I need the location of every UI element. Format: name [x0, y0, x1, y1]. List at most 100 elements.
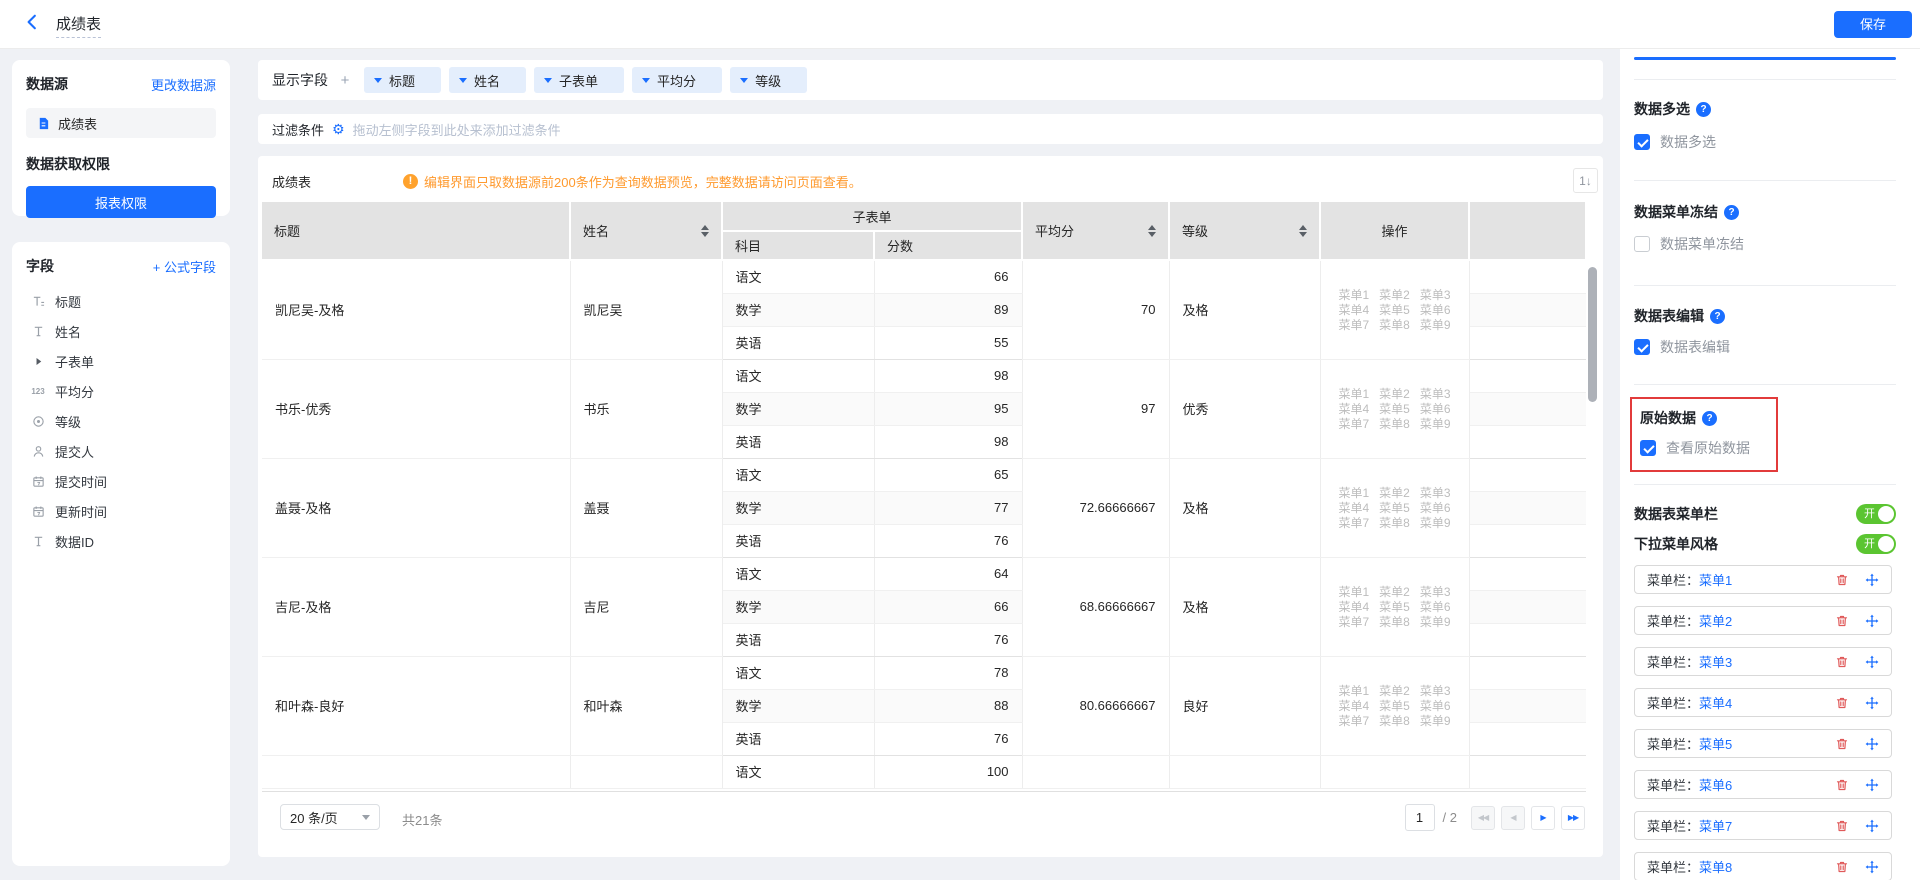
row-menu-link[interactable]: 菜单4 — [1338, 699, 1369, 713]
row-menu-link[interactable]: 菜单1 — [1338, 585, 1369, 599]
page-size-select[interactable]: 20 条/页 — [280, 804, 380, 830]
toggle-on-switch[interactable]: 开 — [1856, 534, 1896, 554]
row-menu-link[interactable]: 菜单1 — [1338, 288, 1369, 302]
trash-icon[interactable] — [1835, 614, 1849, 628]
gear-icon[interactable]: ⚙ — [332, 122, 345, 136]
prev-page-button[interactable]: ◀ — [1501, 806, 1525, 830]
row-menu-link[interactable]: 菜单7 — [1338, 714, 1369, 728]
back-icon[interactable] — [24, 14, 44, 34]
checkbox[interactable] — [1634, 134, 1650, 150]
add-formula-field-link[interactable]: + 公式字段 — [153, 257, 216, 276]
menu-bar-item[interactable]: 菜单栏：菜单5 — [1634, 729, 1892, 758]
menu-bar-item[interactable]: 菜单栏：菜单4 — [1634, 688, 1892, 717]
menu-bar-item[interactable]: 菜单栏：菜单6 — [1634, 770, 1892, 799]
sort-order-icon[interactable]: 1↓ — [1573, 168, 1598, 193]
row-menu-link[interactable]: 菜单3 — [1420, 486, 1451, 500]
datasource-item[interactable]: 成绩表 — [26, 108, 216, 138]
row-menu-link[interactable]: 菜单8 — [1379, 615, 1410, 629]
row-menu-link[interactable]: 菜单9 — [1420, 615, 1451, 629]
row-menu-link[interactable]: 菜单2 — [1379, 288, 1410, 302]
row-menu-link[interactable]: 菜单4 — [1338, 600, 1369, 614]
field-item[interactable]: 姓名 — [26, 316, 216, 346]
add-display-field-button[interactable]: + — [338, 72, 352, 89]
row-menu-link[interactable]: 菜单2 — [1379, 585, 1410, 599]
menu-bar-item[interactable]: 菜单栏：菜单3 — [1634, 647, 1892, 676]
row-menu-link[interactable]: 菜单7 — [1338, 318, 1369, 332]
checkbox[interactable] — [1640, 440, 1656, 456]
menu-item-link[interactable]: 菜单5 — [1699, 734, 1732, 753]
row-menu-link[interactable]: 菜单3 — [1420, 288, 1451, 302]
row-menu-link[interactable]: 菜单5 — [1379, 600, 1410, 614]
table-scrollbar[interactable] — [1588, 267, 1597, 402]
trash-icon[interactable] — [1835, 573, 1849, 587]
trash-icon[interactable] — [1835, 778, 1849, 792]
first-page-button[interactable]: ◀◀ — [1471, 806, 1495, 830]
next-page-button[interactable]: ▶ — [1531, 806, 1555, 830]
menu-item-link[interactable]: 菜单8 — [1699, 857, 1732, 876]
row-menu-link[interactable]: 菜单9 — [1420, 516, 1451, 530]
row-menu-link[interactable]: 菜单7 — [1338, 417, 1369, 431]
col-header-grade[interactable]: 等级 — [1169, 202, 1320, 260]
row-menu-link[interactable]: 菜单8 — [1379, 417, 1410, 431]
row-menu-link[interactable]: 菜单7 — [1338, 615, 1369, 629]
help-icon[interactable]: ? — [1702, 411, 1717, 426]
row-menu-link[interactable]: 菜单5 — [1379, 402, 1410, 416]
current-page-input[interactable] — [1405, 804, 1435, 831]
last-page-button[interactable]: ▶▶ — [1561, 806, 1585, 830]
row-menu-link[interactable]: 菜单6 — [1420, 699, 1451, 713]
trash-icon[interactable] — [1835, 696, 1849, 710]
field-item[interactable]: 等级 — [26, 406, 216, 436]
row-menu-link[interactable]: 菜单8 — [1379, 714, 1410, 728]
row-menu-link[interactable]: 菜单6 — [1420, 303, 1451, 317]
row-menu-link[interactable]: 菜单3 — [1420, 585, 1451, 599]
sort-icon[interactable] — [1148, 225, 1156, 237]
row-menu-link[interactable]: 菜单1 — [1338, 387, 1369, 401]
row-menu-link[interactable]: 菜单1 — [1338, 486, 1369, 500]
help-icon[interactable]: ? — [1696, 102, 1711, 117]
menu-item-link[interactable]: 菜单2 — [1699, 611, 1732, 630]
row-menu-link[interactable]: 菜单2 — [1379, 684, 1410, 698]
menu-item-link[interactable]: 菜单6 — [1699, 775, 1732, 794]
menu-bar-item[interactable]: 菜单栏：菜单1 — [1634, 565, 1892, 594]
display-field-chip[interactable]: 等级 — [730, 67, 807, 93]
display-field-chip[interactable]: 姓名 — [449, 67, 526, 93]
report-permission-button[interactable]: 报表权限 — [26, 186, 216, 218]
display-field-chip[interactable]: 子表单 — [534, 67, 624, 93]
field-item[interactable]: 子表单 — [26, 346, 216, 376]
menu-bar-item[interactable]: 菜单栏：菜单8 — [1634, 852, 1892, 880]
row-menu-link[interactable]: 菜单6 — [1420, 402, 1451, 416]
move-icon[interactable] — [1865, 778, 1879, 792]
row-menu-link[interactable]: 菜单4 — [1338, 402, 1369, 416]
field-item[interactable]: 标题 — [26, 286, 216, 316]
change-datasource-link[interactable]: 更改数据源 — [151, 75, 216, 94]
menu-bar-item[interactable]: 菜单栏：菜单7 — [1634, 811, 1892, 840]
sort-icon[interactable] — [1299, 225, 1307, 237]
save-button[interactable]: 保存 — [1834, 11, 1912, 38]
row-menu-link[interactable]: 菜单9 — [1420, 318, 1451, 332]
row-menu-link[interactable]: 菜单1 — [1338, 684, 1369, 698]
row-menu-link[interactable]: 菜单2 — [1379, 486, 1410, 500]
field-item[interactable]: 数据ID — [26, 526, 216, 556]
row-menu-link[interactable]: 菜单7 — [1338, 516, 1369, 530]
toggle-on-switch[interactable]: 开 — [1856, 504, 1896, 524]
trash-icon[interactable] — [1835, 737, 1849, 751]
menu-item-link[interactable]: 菜单3 — [1699, 652, 1732, 671]
move-icon[interactable] — [1865, 819, 1879, 833]
menu-bar-item[interactable]: 菜单栏：菜单2 — [1634, 606, 1892, 635]
row-menu-link[interactable]: 菜单9 — [1420, 714, 1451, 728]
display-field-chip[interactable]: 标题 — [364, 67, 441, 93]
trash-icon[interactable] — [1835, 819, 1849, 833]
move-icon[interactable] — [1865, 655, 1879, 669]
row-menu-link[interactable]: 菜单5 — [1379, 303, 1410, 317]
row-menu-link[interactable]: 菜单6 — [1420, 600, 1451, 614]
display-field-chip[interactable]: 平均分 — [632, 67, 722, 93]
help-icon[interactable]: ? — [1724, 205, 1739, 220]
help-icon[interactable]: ? — [1710, 309, 1725, 324]
row-menu-link[interactable]: 菜单5 — [1379, 501, 1410, 515]
row-menu-link[interactable]: 菜单9 — [1420, 417, 1451, 431]
menu-item-link[interactable]: 菜单1 — [1699, 570, 1732, 589]
field-item[interactable]: 提交时间 — [26, 466, 216, 496]
checkbox[interactable] — [1634, 236, 1650, 252]
row-menu-link[interactable]: 菜单3 — [1420, 387, 1451, 401]
row-menu-link[interactable]: 菜单6 — [1420, 501, 1451, 515]
